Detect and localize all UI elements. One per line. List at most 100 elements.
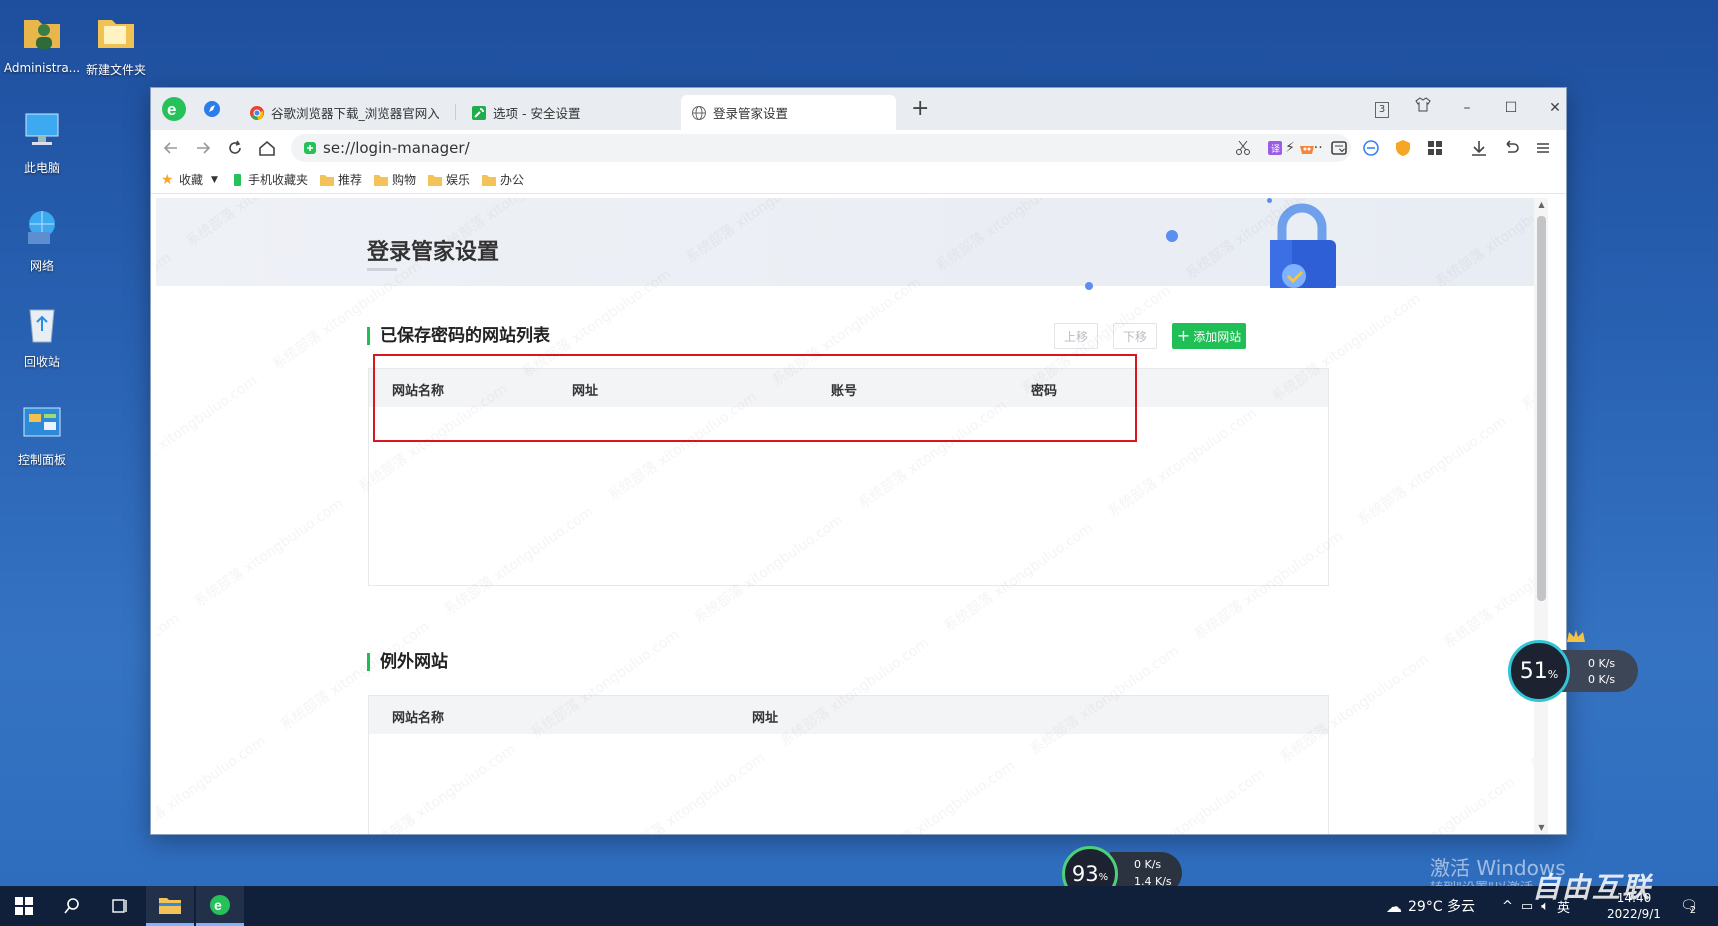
bookmark-folder-office[interactable]: 办公 — [482, 171, 524, 188]
computer-icon — [25, 113, 59, 145]
desktop-icon-this-pc[interactable]: 此电脑 — [0, 108, 84, 176]
tab-count-button[interactable]: 3 — [1368, 96, 1396, 120]
bookmarks-bar: ★ 收藏 ▼ 手机收藏夹 推荐 购物 娱乐 办公 — [151, 166, 1566, 194]
tab-login-manager[interactable]: 登录管家设置 — [681, 95, 896, 130]
desktop-icon-administrator[interactable]: Administra... — [0, 10, 84, 75]
plus-icon: + — [1176, 326, 1191, 345]
tab-chrome-download[interactable]: 谷歌浏览器下载_浏览器官网入口 — [239, 95, 449, 130]
new-tab-button[interactable]: + — [911, 98, 929, 120]
add-site-label: 添加网站 — [1193, 329, 1242, 344]
bookmark-mobile[interactable]: 手机收藏夹 — [230, 171, 308, 188]
task-view-button[interactable] — [96, 886, 144, 926]
security-shield-icon[interactable] — [1393, 138, 1413, 158]
compass-icon[interactable] — [203, 100, 221, 118]
notification-count: 2 — [1689, 904, 1697, 916]
chevron-down-icon: ▼ — [211, 174, 218, 185]
saved-sites-heading: 已保存密码的网站列表 — [367, 327, 550, 345]
control-panel-icon — [23, 407, 61, 437]
adblock-icon[interactable] — [1361, 138, 1381, 158]
tab-label: 选项 - 安全设置 — [493, 106, 581, 121]
add-site-button[interactable]: + 添加网站 — [1172, 323, 1246, 349]
vip-crown-icon — [1567, 630, 1585, 642]
address-bar[interactable]: ⚡ ··· ⌄ — [291, 134, 1351, 162]
tab-label: 谷歌浏览器下载_浏览器官网入口 — [271, 106, 439, 121]
apps-grid-icon[interactable] — [1425, 138, 1445, 158]
svg-text:e: e — [167, 100, 176, 119]
notification-button[interactable]: 🗨︎ 2 — [1680, 886, 1698, 926]
title-bar: e 谷歌浏览器下载_浏览器官网入口 选项 - 安全设置 登录管家设置 + 3 –… — [151, 88, 1566, 130]
home-icon[interactable] — [257, 138, 277, 158]
navigation-toolbar: ⚡ ··· ⌄ 译 — [151, 130, 1566, 166]
menu-icon[interactable] — [1533, 138, 1553, 158]
download-icon[interactable] — [1469, 138, 1489, 158]
taskbar-browser[interactable]: e — [196, 886, 244, 926]
skin-button[interactable] — [1409, 96, 1437, 120]
folder-icon — [427, 174, 442, 186]
desktop-icon-new-folder[interactable]: 新建文件夹 — [74, 10, 158, 78]
close-button[interactable]: ✕ — [1541, 96, 1569, 120]
page-title: 登录管家设置 — [367, 240, 500, 265]
move-down-button[interactable]: 下移 — [1113, 323, 1157, 349]
svg-text:译: 译 — [1271, 144, 1280, 155]
tab-options-security[interactable]: 选项 - 安全设置 — [461, 95, 651, 130]
upload-speed: 0 K/s — [1588, 657, 1616, 670]
memory-speed-widget[interactable]: 0 K/s 0 K/s 51% — [1508, 630, 1638, 702]
exception-sites-table: 网站名称 网址 — [368, 695, 1329, 834]
reader-icon[interactable] — [1329, 138, 1349, 158]
page-content: 登录管家设置 已保存密码的网站列表 上移 下移 + 添加网站 网站名称 网址 账… — [156, 198, 1548, 834]
download-speed: 0 K/s — [1588, 673, 1616, 686]
forward-icon[interactable] — [193, 138, 213, 158]
upload-speed: 0 K/s — [1134, 858, 1162, 871]
tab-count-badge: 3 — [1375, 102, 1389, 118]
secure-shield-icon — [304, 142, 316, 154]
padlock-icon — [1270, 203, 1336, 288]
scrollbar-thumb[interactable] — [1537, 216, 1546, 601]
browser-window: e 谷歌浏览器下载_浏览器官网入口 选项 - 安全设置 登录管家设置 + 3 –… — [151, 88, 1566, 834]
tab-separator — [455, 104, 456, 120]
table-header: 网站名称 网址 — [369, 696, 1328, 734]
maximize-button[interactable]: ☐ — [1497, 96, 1525, 120]
chrome-icon — [250, 105, 264, 120]
bookmark-folder-shopping[interactable]: 购物 — [373, 171, 416, 188]
browser-logo-icon[interactable]: e — [161, 96, 187, 122]
vertical-scrollbar[interactable]: ▲ ▼ — [1534, 198, 1548, 834]
chevron-up-icon[interactable]: ^ — [1502, 899, 1513, 914]
refresh-icon[interactable] — [225, 138, 245, 158]
star-icon: ★ — [161, 171, 174, 188]
scissors-icon[interactable] — [1233, 138, 1253, 158]
scroll-down-icon[interactable]: ▼ — [1537, 823, 1546, 832]
search-button[interactable] — [48, 886, 96, 926]
user-folder-icon — [24, 20, 60, 49]
bookmark-favorites[interactable]: ★ 收藏 ▼ — [161, 171, 218, 188]
weather-tray[interactable]: ☁ 29°C 多云 — [1386, 886, 1475, 926]
column-header-site-name[interactable]: 网站名称 — [392, 707, 444, 726]
exception-sites-heading: 例外网站 — [367, 653, 448, 671]
folder-icon — [98, 20, 134, 48]
translate-icon[interactable]: 译 — [1265, 138, 1285, 158]
undo-icon[interactable] — [1501, 138, 1521, 158]
title-underline — [367, 268, 397, 271]
desktop-icon-control-panel[interactable]: 控制面板 — [0, 400, 84, 468]
taskbar-file-explorer[interactable] — [146, 886, 194, 926]
desktop-icon-network[interactable]: 网络 — [0, 206, 84, 274]
decor-dot — [1085, 282, 1093, 290]
bookmark-folder-recommend[interactable]: 推荐 — [319, 171, 362, 188]
page-header-banner: 登录管家设置 — [156, 198, 1548, 290]
phone-icon — [233, 173, 241, 186]
back-icon[interactable] — [161, 138, 181, 158]
bookmark-folder-entertainment[interactable]: 娱乐 — [427, 171, 470, 188]
scroll-up-icon[interactable]: ▲ — [1537, 200, 1546, 209]
minimize-button[interactable]: – — [1453, 96, 1481, 120]
browser-logo-icon: e — [210, 894, 230, 915]
move-up-button[interactable]: 上移 — [1054, 323, 1098, 349]
desktop-icon-recycle-bin[interactable]: 回收站 — [0, 302, 84, 370]
start-button[interactable] — [0, 886, 48, 926]
game-icon[interactable] — [1297, 138, 1317, 158]
brand-watermark: 自由互联 — [1532, 871, 1653, 904]
column-header-url[interactable]: 网址 — [752, 707, 778, 726]
url-input[interactable] — [323, 137, 1023, 159]
highlight-box — [373, 354, 1137, 442]
clock-date: 2022/9/1 — [1607, 907, 1661, 921]
network-globe-icon — [28, 211, 55, 244]
shirt-icon — [1415, 97, 1431, 112]
